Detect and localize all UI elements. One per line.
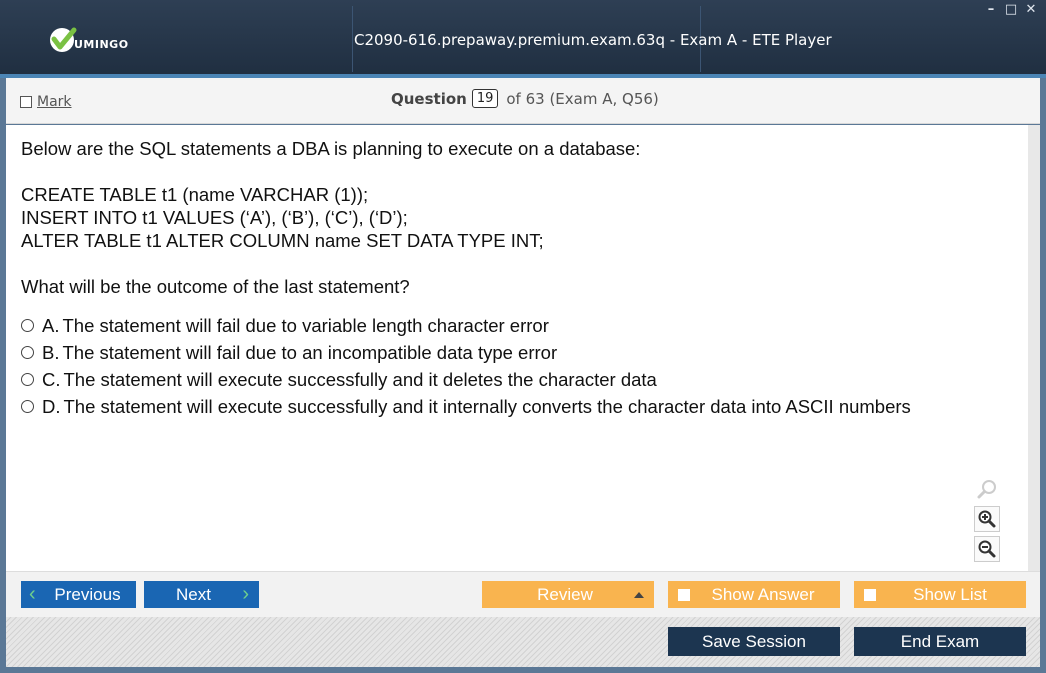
radio-icon[interactable] (21, 373, 34, 386)
option-c[interactable]: C. The statement will execute successful… (21, 366, 911, 393)
mark-checkbox[interactable]: Mark (20, 94, 72, 110)
checkbox-icon[interactable] (864, 589, 876, 601)
code-block: CREATE TABLE t1 (name VARCHAR (1)); INSE… (21, 183, 640, 252)
question-header: Mark Question 19 of 63 (Exam A, Q56) (6, 78, 1040, 124)
save-session-button[interactable]: Save Session (668, 627, 840, 656)
chevron-left-icon: ‹ (29, 583, 36, 605)
magnifier-icon[interactable] (974, 476, 1000, 502)
question-suffix: of 63 (Exam A, Q56) (506, 89, 659, 108)
zoom-tools (974, 476, 1002, 566)
radio-icon[interactable] (21, 400, 34, 413)
code-line: ALTER TABLE t1 ALTER COLUMN name SET DAT… (21, 230, 544, 251)
triangle-up-icon (634, 592, 644, 598)
checkbox-icon[interactable] (678, 589, 690, 601)
logo-text: UMINGO (74, 37, 129, 51)
chevron-right-icon: › (242, 583, 249, 605)
question-counter: Question 19 of 63 (Exam A, Q56) (391, 89, 659, 108)
checkbox-icon[interactable] (20, 96, 32, 108)
question-text: Below are the SQL statements a DBA is pl… (21, 137, 640, 321)
mark-label[interactable]: Mark (37, 94, 72, 110)
option-letter: D. (42, 395, 61, 417)
option-text[interactable]: The statement will execute successfully … (64, 369, 657, 391)
show-answer-button[interactable]: Show Answer (668, 581, 840, 608)
minimize-button[interactable]: – (984, 3, 998, 17)
radio-icon[interactable] (21, 346, 34, 359)
option-a[interactable]: A. The statement will fail due to variab… (21, 312, 911, 339)
radio-icon[interactable] (21, 319, 34, 332)
window-controls: – □ ✕ (984, 3, 1038, 17)
navigation-bar: ‹ Previous Next › Review Show Answer Sho… (6, 571, 1040, 617)
option-letter: A. (42, 314, 60, 336)
previous-label: Previous (54, 584, 121, 604)
review-label: Review (537, 584, 593, 604)
question-label: Question (391, 89, 467, 108)
zoom-in-icon[interactable] (974, 506, 1000, 532)
option-b[interactable]: B. The statement will fail due to an inc… (21, 339, 911, 366)
question-number-input[interactable]: 19 (471, 89, 499, 108)
next-button[interactable]: Next › (144, 581, 259, 608)
show-list-label: Show List (913, 584, 987, 604)
option-letter: C. (42, 368, 61, 390)
review-button[interactable]: Review (482, 581, 654, 608)
close-button[interactable]: ✕ (1024, 3, 1038, 17)
option-text[interactable]: The statement will fail due to an incomp… (62, 342, 557, 364)
zoom-out-icon[interactable] (974, 536, 1000, 562)
window-title: C2090-616.prepaway.premium.exam.63q - Ex… (354, 31, 832, 49)
maximize-button[interactable]: □ (1004, 3, 1018, 17)
bottom-bar: Save Session End Exam (6, 617, 1040, 667)
previous-button[interactable]: ‹ Previous (21, 581, 136, 608)
question-intro: Below are the SQL statements a DBA is pl… (21, 138, 641, 159)
title-bar: UMINGO C2090-616.prepaway.premium.exam.6… (0, 0, 1046, 78)
option-text[interactable]: The statement will execute successfully … (64, 396, 911, 418)
show-answer-label: Show Answer (711, 584, 815, 604)
code-line: CREATE TABLE t1 (name VARCHAR (1)); (21, 184, 369, 205)
vertical-scrollbar[interactable] (1028, 125, 1040, 571)
end-exam-button[interactable]: End Exam (854, 627, 1026, 656)
title-divider (352, 6, 353, 72)
next-label: Next (176, 584, 211, 604)
question-prompt: What will be the outcome of the last sta… (21, 276, 410, 297)
option-letter: B. (42, 341, 60, 363)
option-d[interactable]: D. The statement will execute successful… (21, 393, 911, 420)
code-line: INSERT INTO t1 VALUES (‘A’), (‘B’), (‘C’… (21, 207, 408, 228)
question-content: Below are the SQL statements a DBA is pl… (6, 125, 1040, 571)
option-text[interactable]: The statement will fail due to variable … (62, 315, 548, 337)
app-logo: UMINGO (48, 24, 129, 56)
answer-options: A. The statement will fail due to variab… (21, 312, 911, 420)
show-list-button[interactable]: Show List (854, 581, 1026, 608)
